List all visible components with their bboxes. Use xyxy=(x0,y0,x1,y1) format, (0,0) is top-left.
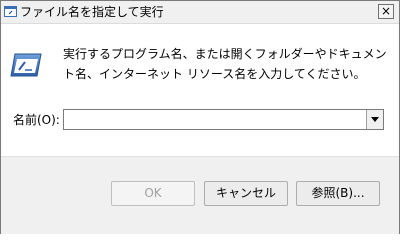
title-bar[interactable]: ファイル名を指定して実行 × xyxy=(1,1,399,24)
run-dialog: ファイル名を指定して実行 × 実行するプログラム名、または開くフォルダーやドキュ… xyxy=(0,0,400,234)
run-window-icon xyxy=(10,53,42,77)
window-title: ファイル名を指定して実行 xyxy=(20,5,164,19)
name-label: 名前(O): xyxy=(13,113,60,127)
name-input[interactable] xyxy=(66,111,366,128)
close-icon: × xyxy=(380,4,392,18)
run-icon xyxy=(4,6,17,17)
button-bar: OK キャンセル 参照(B)... xyxy=(1,156,399,234)
cancel-button[interactable]: キャンセル xyxy=(204,181,288,206)
name-combobox[interactable] xyxy=(63,109,384,130)
instruction-text: 実行するプログラム名、または開くフォルダーやドキュメント名、インターネット リソ… xyxy=(63,47,387,81)
chevron-down-icon[interactable] xyxy=(366,110,383,129)
close-button[interactable]: × xyxy=(378,4,394,19)
browse-button[interactable]: 参照(B)... xyxy=(296,181,380,206)
ok-button[interactable]: OK xyxy=(111,181,195,206)
